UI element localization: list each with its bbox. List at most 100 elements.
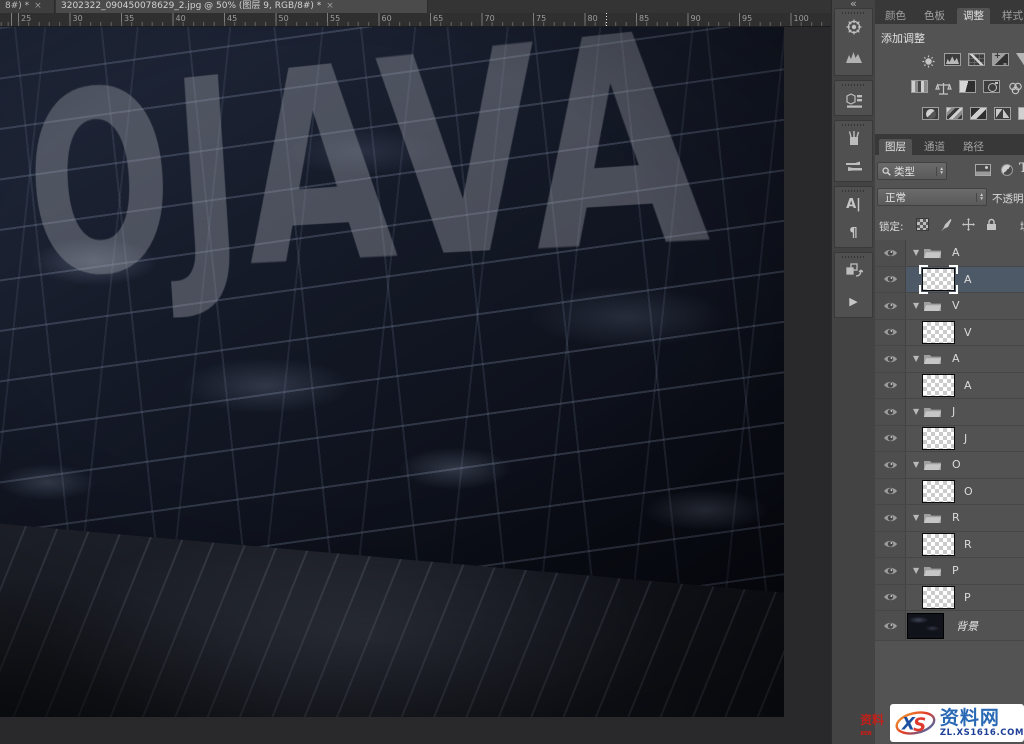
layer-group-row[interactable]: ▼A	[875, 240, 1024, 267]
lock-transparent-pixels-icon[interactable]	[915, 217, 929, 231]
layer-name[interactable]: O	[964, 485, 973, 498]
layer-visibility-eye-icon[interactable]	[875, 479, 906, 505]
gradient-map-icon[interactable]	[994, 107, 1011, 120]
color-wheel-icon[interactable]	[844, 17, 864, 37]
layer-visibility-eye-icon[interactable]	[875, 505, 906, 531]
close-tab-icon[interactable]: ×	[326, 1, 334, 11]
layer-group-row[interactable]: ▼R	[875, 505, 1024, 532]
layer-thumbnail[interactable]	[922, 533, 955, 556]
tab-调整[interactable]: 调整	[957, 8, 990, 24]
layer-name[interactable]: V	[964, 326, 972, 339]
tab-路径[interactable]: 路径	[957, 139, 990, 155]
background-layer-row[interactable]: 背景	[875, 611, 1024, 641]
photo-filter-icon[interactable]	[983, 80, 1000, 93]
blend-mode-select[interactable]: 正常 ▴▾	[877, 188, 987, 206]
layer-name[interactable]: R	[964, 538, 972, 551]
group-expand-icon[interactable]: ▼	[913, 407, 923, 416]
group-name[interactable]: O	[952, 458, 961, 471]
layer-row[interactable]: J	[875, 426, 1024, 453]
layer-visibility-eye-icon[interactable]	[875, 240, 906, 266]
background-layer-name[interactable]: 背景	[956, 618, 978, 634]
color-balance-icon[interactable]	[935, 80, 952, 93]
threshold-icon[interactable]	[970, 107, 987, 120]
layer-thumbnail[interactable]	[922, 374, 955, 397]
group-name[interactable]: P	[952, 564, 959, 577]
layer-thumbnail[interactable]	[922, 586, 955, 609]
group-name[interactable]: R	[952, 511, 960, 524]
layer-visibility-eye-icon[interactable]	[875, 558, 906, 584]
group-expand-icon[interactable]: ▼	[913, 460, 923, 469]
layer-row[interactable]: A	[875, 267, 1024, 294]
background-thumbnail[interactable]	[907, 613, 944, 639]
layer-visibility-eye-icon[interactable]	[875, 452, 906, 478]
layer-name[interactable]: P	[964, 591, 971, 604]
brush-presets-icon[interactable]	[844, 128, 864, 148]
group-expand-icon[interactable]: ▼	[913, 248, 923, 257]
brush-tool-presets-icon[interactable]	[844, 157, 864, 177]
layer-thumbnail[interactable]	[922, 480, 955, 503]
layer-group-row[interactable]: ▼A	[875, 346, 1024, 373]
layer-group-row[interactable]: ▼O	[875, 452, 1024, 479]
tab-通道[interactable]: 通道	[918, 139, 951, 155]
type-layers-filter-icon[interactable]: T	[1019, 161, 1024, 176]
layer-row[interactable]: R	[875, 532, 1024, 559]
document-tab-background[interactable]: 8#) *×	[0, 0, 55, 13]
tab-样式[interactable]: 样式	[996, 8, 1024, 24]
document-tab-active[interactable]: 3202322_090450078629_2.jpg @ 50% (图层 9, …	[56, 0, 428, 13]
invert-icon[interactable]	[922, 107, 939, 120]
channel-mixer-icon[interactable]	[1007, 80, 1024, 93]
group-expand-icon[interactable]: ▼	[913, 301, 923, 310]
brightness-contrast-icon[interactable]	[920, 53, 937, 66]
paragraph-panel-icon[interactable]: ¶	[844, 223, 864, 243]
lock-all-icon[interactable]	[984, 217, 998, 231]
group-expand-icon[interactable]: ▼	[913, 566, 923, 575]
layer-visibility-eye-icon[interactable]	[875, 346, 906, 372]
actions-play-icon[interactable]: ▶	[844, 291, 864, 311]
tab-图层[interactable]: 图层	[879, 139, 912, 155]
layer-visibility-eye-icon[interactable]	[875, 293, 906, 319]
layer-group-row[interactable]: ▼J	[875, 399, 1024, 426]
group-name[interactable]: A	[952, 246, 960, 259]
layer-name[interactable]: J	[964, 432, 967, 445]
layer-visibility-eye-icon[interactable]	[875, 611, 906, 640]
tab-色板[interactable]: 色板	[918, 8, 951, 24]
layer-name[interactable]: A	[964, 273, 972, 286]
layer-row[interactable]: V	[875, 320, 1024, 347]
document-canvas[interactable]: OJAVA	[0, 27, 784, 717]
pixel-layers-filter-icon[interactable]	[975, 164, 991, 176]
layer-visibility-eye-icon[interactable]	[875, 373, 906, 399]
layer-row[interactable]: O	[875, 479, 1024, 506]
close-tab-icon[interactable]: ×	[34, 1, 42, 11]
layer-visibility-eye-icon[interactable]	[875, 532, 906, 558]
layer-row[interactable]: P	[875, 585, 1024, 612]
tab-颜色[interactable]: 颜色	[879, 8, 912, 24]
group-name[interactable]: V	[952, 299, 960, 312]
layer-visibility-eye-icon[interactable]	[875, 585, 906, 611]
histogram-icon[interactable]	[844, 47, 864, 67]
layer-visibility-eye-icon[interactable]	[875, 320, 906, 346]
layer-row[interactable]: A	[875, 373, 1024, 400]
selective-color-icon[interactable]	[1018, 107, 1024, 120]
group-name[interactable]: A	[952, 352, 960, 365]
layer-name[interactable]: A	[964, 379, 972, 392]
lock-position-icon[interactable]	[961, 217, 975, 231]
group-expand-icon[interactable]: ▼	[913, 513, 923, 522]
layer-filter-select[interactable]: 类型 ▴▾	[877, 162, 947, 180]
layer-thumbnail[interactable]	[922, 427, 955, 450]
exposure-icon[interactable]	[992, 53, 1009, 66]
layer-thumbnail[interactable]	[922, 321, 955, 344]
hue-saturation-icon[interactable]	[911, 80, 928, 93]
layer-visibility-eye-icon[interactable]	[875, 426, 906, 452]
character-panel-icon[interactable]: A|	[844, 194, 864, 214]
vibrance-icon[interactable]	[1016, 53, 1024, 66]
layer-thumbnail[interactable]	[922, 268, 955, 291]
layer-comps-icon[interactable]	[844, 260, 864, 280]
layer-visibility-eye-icon[interactable]	[875, 267, 906, 293]
levels-icon[interactable]	[944, 53, 961, 66]
3d-scene-icon[interactable]	[844, 90, 864, 110]
adjustment-layers-filter-icon[interactable]	[1001, 164, 1013, 176]
posterize-icon[interactable]	[946, 107, 963, 120]
layer-group-row[interactable]: ▼V	[875, 293, 1024, 320]
black-white-icon[interactable]	[959, 80, 976, 93]
layer-group-row[interactable]: ▼P	[875, 558, 1024, 585]
